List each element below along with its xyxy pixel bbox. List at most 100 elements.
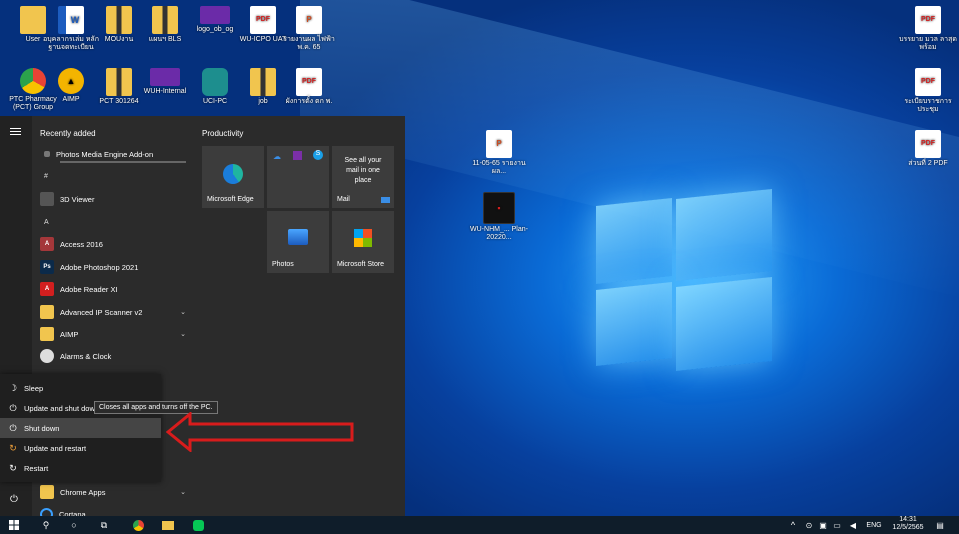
task-view-icon[interactable]: ⧉ — [96, 518, 112, 532]
photoshop-icon: Ps — [40, 260, 54, 274]
tiles-area: Productivity Microsoft Edge ☁ S See all … — [196, 116, 405, 516]
clock-time: 14:31 — [899, 516, 917, 523]
folder-icon — [40, 327, 54, 341]
update-and-restart-option[interactable]: ↻ Update and restart — [0, 438, 161, 458]
option-label: Update and restart — [24, 443, 87, 453]
pdf-file-icon: PDF — [915, 130, 941, 158]
tile-microsoft-store[interactable]: Microsoft Store — [332, 211, 394, 273]
restart-icon: ↻ — [9, 462, 17, 473]
desktop-icon[interactable]: PDF ผังการตั้ง ตก พ. — [278, 68, 340, 106]
skype-icon: S — [313, 150, 323, 160]
desktop-icon[interactable]: ▪ WU-NHM_... Plan-20220... — [468, 192, 530, 242]
shutdown-option[interactable]: ⏻ Shut down — [0, 418, 161, 438]
cortana-icon[interactable]: ○ — [66, 518, 82, 532]
image-file-icon — [200, 6, 230, 24]
search-icon[interactable]: ⚲ — [38, 518, 54, 532]
desktop-icon-label: ส่วนที่ 2 PDF — [908, 160, 948, 167]
recently-added-heading: Recently added — [40, 129, 96, 138]
tile-photos[interactable]: Photos — [267, 211, 329, 273]
tray-app2-icon[interactable]: ▣ — [818, 518, 828, 532]
power-icon: ⏻ — [9, 422, 17, 433]
powerpoint-file-icon: P — [486, 130, 512, 158]
cube-icon — [40, 192, 54, 206]
letter-header-a[interactable]: A — [44, 219, 49, 226]
tile-label: Microsoft Store — [337, 261, 385, 268]
clock-date: 12/5/2565 — [892, 524, 924, 531]
option-label: Sleep — [24, 383, 44, 393]
clock[interactable]: 14:31 12/5/2565 — [892, 516, 924, 531]
zip-folder-icon — [106, 6, 132, 34]
chevron-down-icon: ⌄ — [180, 309, 186, 316]
pdf-file-icon: ▪ — [483, 192, 515, 224]
taskbar: ⚲ ○ ⧉ ^ ⊙ ▣ ▭ ◀ ENG 14:31 12/5/2565 ▤ — [0, 516, 959, 534]
chrome-taskbar-icon[interactable] — [130, 518, 146, 532]
windows-logo — [596, 188, 776, 372]
line-app-icon[interactable] — [190, 518, 206, 532]
start-button[interactable] — [6, 518, 22, 532]
zip-folder-icon — [250, 68, 276, 96]
app-label: Adobe Photoshop 2021 — [60, 262, 139, 272]
desktop-icon-label: WU-NHM_... Plan-20220... — [470, 226, 528, 241]
app-item[interactable]: 3D Viewer — [40, 189, 190, 209]
network-icon[interactable]: ▭ — [832, 518, 842, 532]
notification-icon[interactable]: ▤ — [934, 518, 946, 532]
tile-office-group[interactable]: ☁ S — [267, 146, 329, 208]
option-label: Update and shut down — [24, 403, 100, 413]
tray-app-icon[interactable]: ⊙ — [804, 518, 814, 532]
windows-start-icon — [9, 520, 19, 530]
chevron-down-icon: ⌄ — [180, 489, 186, 496]
image-file-icon — [150, 68, 180, 86]
app-label: Chrome Apps — [60, 487, 106, 497]
hamburger-icon[interactable] — [10, 128, 21, 135]
app-shortcut-icon — [202, 68, 228, 96]
desktop-icon[interactable]: PDF ระเบียบราชการ ประชุม — [897, 68, 959, 114]
app-item[interactable]: A Access 2016 — [40, 234, 190, 254]
language-indicator[interactable]: ENG — [864, 518, 884, 532]
chevron-down-icon: ⌄ — [180, 331, 186, 338]
file-explorer-icon[interactable] — [160, 518, 176, 532]
tray-chevron-icon[interactable]: ^ — [788, 518, 798, 532]
tile-label: Photos — [272, 261, 294, 268]
restart-option[interactable]: ↻ Restart — [0, 458, 161, 478]
pdf-file-icon: PDF — [915, 6, 941, 34]
pdf-file-icon: PDF — [915, 68, 941, 96]
mail-icon — [381, 197, 390, 203]
tile-mail[interactable]: See all your mail in one place Mail — [332, 146, 394, 208]
pdf-file-icon: PDF — [296, 68, 322, 96]
app-item[interactable]: A Adobe Reader XI — [40, 279, 190, 299]
update-power-icon: ⏻ — [9, 402, 17, 413]
store-icon — [354, 229, 372, 247]
desktop-icon-label: ผังการตั้ง ตก พ. — [285, 98, 333, 105]
desktop-icon[interactable]: PDF บรรยาย มวล ลาสุดพร้อม — [897, 6, 959, 52]
productivity-heading: Productivity — [202, 129, 244, 138]
desktop-icon-label: แผนฯ BLS — [148, 36, 182, 43]
folder-icon — [40, 485, 54, 499]
tile-microsoft-edge[interactable]: Microsoft Edge — [202, 146, 264, 208]
app-item[interactable]: AIMP ⌄ — [40, 324, 190, 344]
app-item-chrome-apps[interactable]: Chrome Apps ⌄ — [40, 482, 190, 502]
edge-icon — [223, 164, 243, 184]
pdf-file-icon: PDF — [250, 6, 276, 34]
desktop-icon[interactable]: PDF ส่วนที่ 2 PDF — [897, 130, 959, 168]
app-label: Advanced IP Scanner v2 — [60, 307, 143, 317]
app-generic-icon — [44, 151, 50, 157]
acrobat-icon: A — [40, 282, 54, 296]
app-label: 3D Viewer — [60, 194, 95, 204]
sleep-option[interactable]: ☽ Sleep — [0, 378, 161, 398]
app-label: Photos Media Engine Add-on — [56, 149, 154, 159]
app-label: Access 2016 — [60, 239, 103, 249]
app-label: Adobe Reader XI — [60, 284, 118, 294]
app-item[interactable]: Alarms & Clock — [40, 346, 190, 366]
desktop-icon-label: PCT 301264 — [99, 98, 139, 105]
moon-icon: ☽ — [8, 382, 18, 393]
app-item[interactable]: Advanced IP Scanner v2 ⌄ — [40, 302, 190, 322]
option-label: Shut down — [24, 423, 60, 433]
volume-icon[interactable]: ◀ — [848, 518, 858, 532]
desktop-icon[interactable]: P รายงานผล ไฟฟ้า พ.ค. 65 — [278, 6, 340, 52]
update-restart-icon: ↻ — [9, 442, 17, 453]
onedrive-icon: ☁ — [273, 152, 281, 161]
power-icon[interactable]: ⏻ — [10, 494, 18, 505]
app-item[interactable]: Ps Adobe Photoshop 2021 — [40, 257, 190, 277]
letter-header-hash[interactable]: # — [44, 173, 48, 180]
desktop-icon[interactable]: P 11-05-65 รายงานผล... — [468, 130, 530, 176]
